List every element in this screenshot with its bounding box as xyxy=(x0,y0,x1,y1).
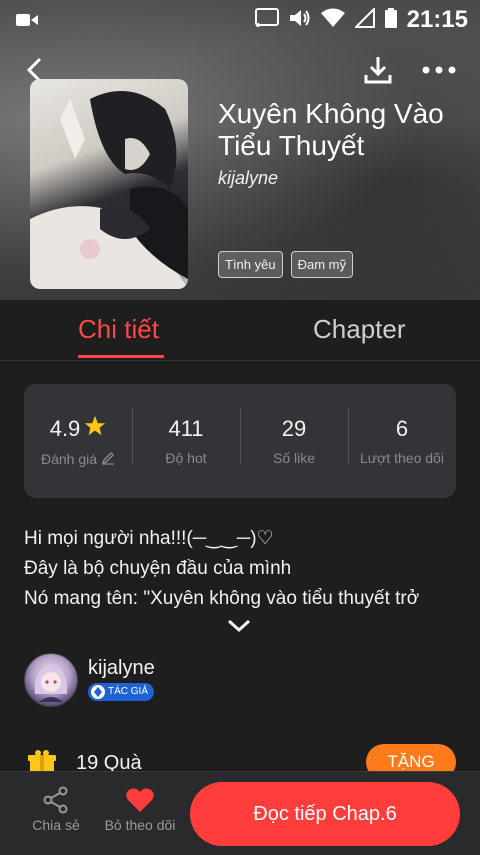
stat-likes: 29 Số like xyxy=(240,408,348,466)
download-icon[interactable] xyxy=(362,54,394,86)
star-icon xyxy=(84,415,106,443)
badge-label: TÁC GIẢ xyxy=(108,686,149,697)
stat-hot: 411 Độ hot xyxy=(132,408,240,466)
battery-icon xyxy=(384,7,397,33)
author-badge: TÁC GIẢ xyxy=(88,683,155,701)
video-camera-icon xyxy=(16,12,38,33)
author-name[interactable]: kijalyne xyxy=(88,657,155,680)
stats-panel: 4.9 Đánh giá 411 Độ hot 29 Số like 6 Lượ… xyxy=(24,384,456,498)
volume-icon xyxy=(289,8,311,33)
book-description: Hi mọi người nha!!!(─‿‿─)♡ Đây là bộ chu… xyxy=(24,524,464,614)
tag-chip[interactable]: Tình yêu xyxy=(218,251,283,278)
share-label: Chia sẻ xyxy=(32,817,80,833)
tab-detail[interactable]: Chi tiết xyxy=(78,314,159,345)
description-line: Hi mọi người nha!!!(─‿‿─)♡ xyxy=(24,528,274,549)
book-title: Xuyên Không Vào Tiểu Thuyết xyxy=(218,98,444,161)
likes-label: Số like xyxy=(272,450,316,466)
share-button[interactable]: Chia sẻ xyxy=(24,786,88,833)
stat-rating[interactable]: 4.9 Đánh giá xyxy=(24,415,132,468)
book-cover xyxy=(30,79,188,289)
hero-header: 21:15 Xuyên Không Vào Tiểu Thuyết kijaly… xyxy=(0,0,480,300)
share-icon xyxy=(24,786,88,817)
rating-value: 4.9 xyxy=(49,415,81,441)
pencil-icon xyxy=(101,451,115,468)
hot-value: 411 xyxy=(168,416,204,441)
cast-icon xyxy=(254,7,279,33)
tag-list: Tình yêu Đam mỹ xyxy=(218,251,353,278)
rating-label: Đánh giá xyxy=(40,451,98,467)
followers-value: 6 xyxy=(395,416,409,441)
description-line: Nó mang tên: "Xuyên không vào tiểu thuyế… xyxy=(24,588,420,609)
heart-icon xyxy=(98,786,182,817)
active-tab-indicator xyxy=(78,355,164,358)
book-author[interactable]: kijalyne xyxy=(218,168,278,189)
chevron-down-icon[interactable] xyxy=(226,618,252,639)
hot-label: Độ hot xyxy=(165,450,207,466)
unfollow-label: Bỏ theo dõi xyxy=(104,817,176,833)
tab-bar: Chi tiết Chapter xyxy=(0,300,480,361)
status-bar: 21:15 xyxy=(0,0,480,40)
bottom-action-bar: Chia sẻ Bỏ theo dõi Đọc tiếp Chap.6 xyxy=(0,771,480,855)
tag-chip[interactable]: Đam mỹ xyxy=(290,251,353,278)
wifi-icon xyxy=(320,8,345,33)
followers-label: Lượt theo dõi xyxy=(360,450,444,466)
stat-followers: 6 Lượt theo dõi xyxy=(348,408,456,466)
unfollow-button[interactable]: Bỏ theo dõi xyxy=(98,786,182,833)
more-options-icon[interactable] xyxy=(422,62,456,78)
likes-value: 29 xyxy=(281,416,307,441)
clock: 21:15 xyxy=(406,6,468,33)
continue-reading-button[interactable]: Đọc tiếp Chap.6 xyxy=(190,782,460,846)
signal-icon xyxy=(353,6,375,33)
tab-chapter[interactable]: Chapter xyxy=(313,314,406,345)
author-avatar[interactable] xyxy=(24,653,78,707)
description-line: Đây là bộ chuyện đầu của mình xyxy=(24,558,292,579)
pen-nib-icon xyxy=(91,685,105,699)
